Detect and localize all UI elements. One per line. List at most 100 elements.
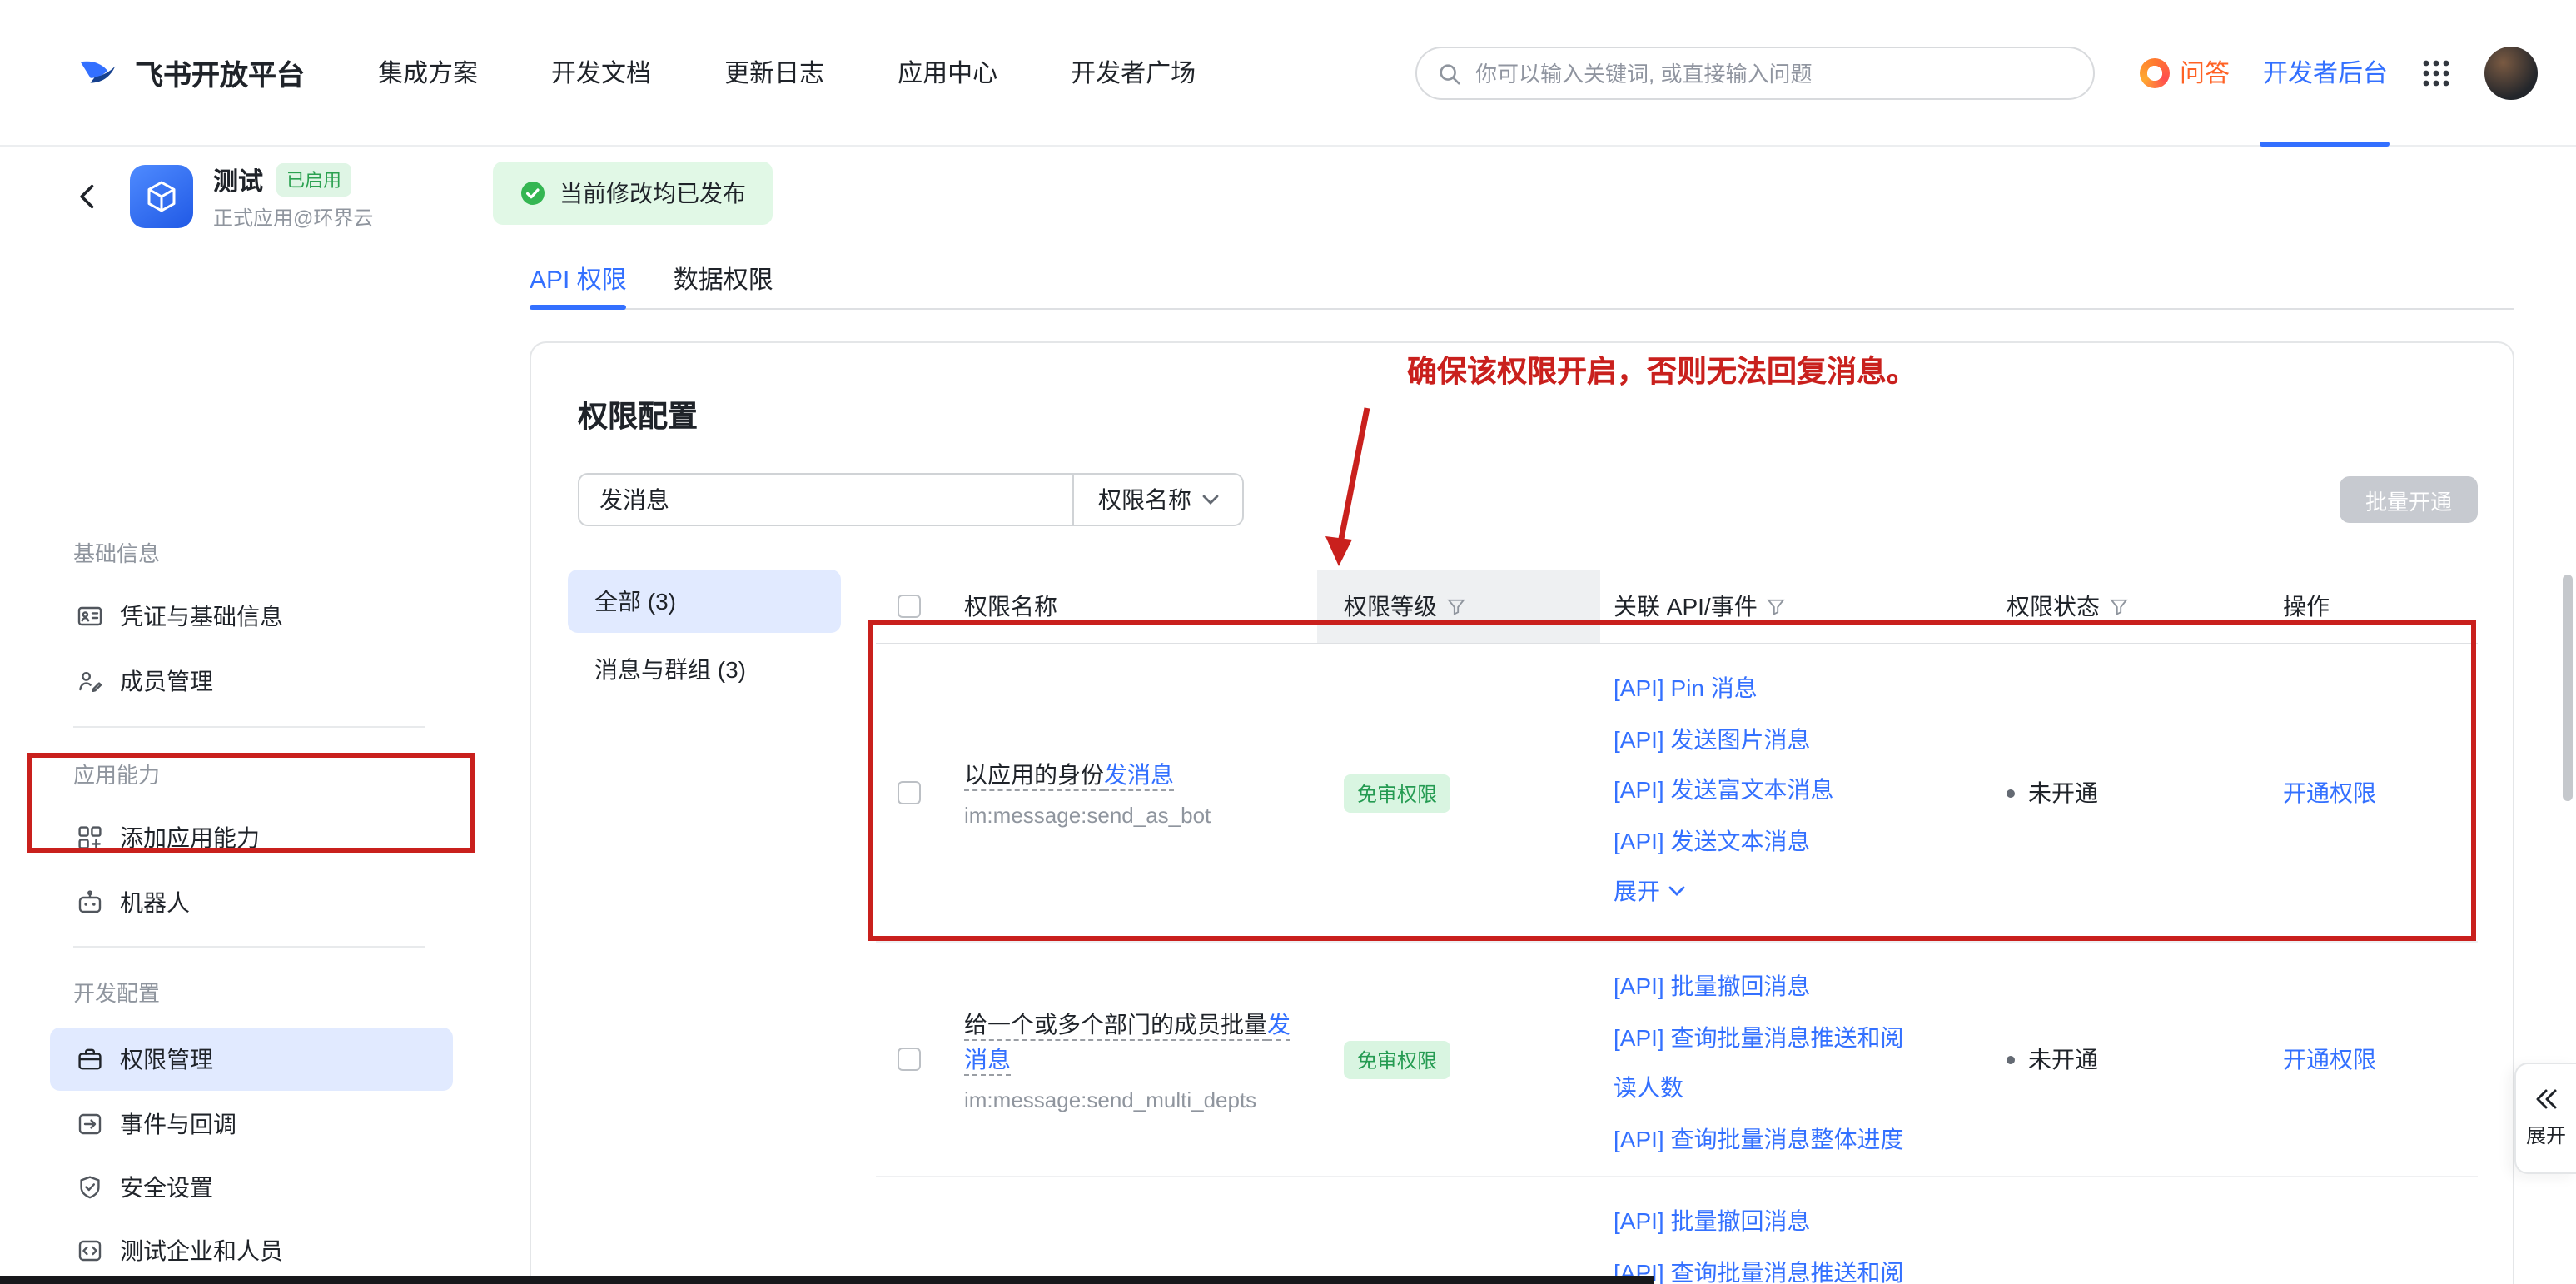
permission-search: 权限名称 bbox=[578, 473, 1244, 526]
shield-check-icon bbox=[77, 1174, 103, 1201]
api-link[interactable]: [API] 批量撤回消息 bbox=[1614, 1196, 1927, 1247]
active-nav-underline bbox=[2260, 141, 2390, 146]
nav-right-cluster: 问答 开发者后台 bbox=[2140, 0, 2538, 145]
api-list: [API] 批量撤回消息 [API] 查询批量消息推送和阅读 bbox=[1600, 1177, 1993, 1284]
sidebar-item-label: 添加应用能力 bbox=[120, 821, 260, 854]
enable-permission-link[interactable]: 开通权限 bbox=[2283, 1043, 2376, 1076]
permission-tabs: API 权限 数据权限 bbox=[530, 250, 2514, 310]
tab-label: 数据权限 bbox=[674, 261, 773, 296]
category-all[interactable]: 全部 (3) bbox=[568, 570, 841, 633]
status-dot bbox=[2007, 1055, 2015, 1063]
sidebar-item-test-org[interactable]: 测试企业和人员 bbox=[50, 1219, 453, 1282]
nav-item-app-center[interactable]: 应用中心 bbox=[898, 55, 997, 90]
api-link[interactable]: [API] 查询批量消息推送和阅读 bbox=[1614, 1247, 1927, 1284]
search-field-label: 权限名称 bbox=[1098, 483, 1191, 516]
col-header-label: 权限状态 bbox=[2007, 590, 2100, 623]
app-name: 测试 bbox=[213, 162, 263, 197]
row-checkbox[interactable] bbox=[898, 1048, 921, 1071]
user-avatar[interactable] bbox=[2484, 46, 2538, 99]
sidebar-item-events[interactable]: 事件与回调 bbox=[50, 1092, 453, 1156]
banner-text: 当前修改均已发布 bbox=[559, 177, 746, 210]
robot-icon bbox=[77, 889, 103, 916]
qa-label: 问答 bbox=[2180, 55, 2230, 90]
side-expand-button[interactable]: 展开 bbox=[2514, 1063, 2576, 1174]
table-row: 给多个用户批量发消息 [API] 批量撤回消息 [API] 查询批量消息推送和阅… bbox=[876, 1177, 2478, 1284]
feishu-logo[interactable]: 飞书开放平台 bbox=[75, 50, 305, 95]
global-search-input[interactable] bbox=[1475, 61, 2073, 86]
nav-item-changelog[interactable]: 更新日志 bbox=[724, 55, 824, 90]
app-subtitle: 正式应用@环界云 bbox=[213, 202, 373, 231]
col-header-label: 权限等级 bbox=[1344, 590, 1437, 623]
col-header-status: 权限状态 bbox=[1993, 570, 2260, 643]
col-header-api: 关联 API/事件 bbox=[1600, 570, 1993, 643]
category-message-group[interactable]: 消息与群组 (3) bbox=[568, 638, 841, 701]
api-link[interactable]: [API] Pin 消息 bbox=[1614, 663, 1927, 714]
sidebar-item-label: 凭证与基础信息 bbox=[120, 600, 283, 633]
apps-grid-icon[interactable] bbox=[2421, 57, 2451, 87]
api-list: [API] Pin 消息 [API] 发送图片消息 [API] 发送富文本消息 … bbox=[1600, 644, 1993, 941]
double-chevron-left-icon bbox=[2534, 1088, 2558, 1108]
table-row: 以应用的身份发消息 im:message:send_as_bot 免审权限 [A… bbox=[876, 644, 2478, 943]
tab-data-permissions[interactable]: 数据权限 bbox=[674, 250, 773, 308]
app-icon bbox=[130, 165, 193, 228]
col-header-name: 权限名称 bbox=[944, 570, 1317, 643]
status-text: 未开通 bbox=[2028, 776, 2098, 809]
enable-permission-link[interactable]: 开通权限 bbox=[2283, 776, 2376, 809]
api-link[interactable]: [API] 查询批量消息推送和阅读人数 bbox=[1614, 1012, 1927, 1113]
sidebar-item-label: 安全设置 bbox=[120, 1171, 213, 1204]
check-circle-icon bbox=[520, 180, 546, 207]
permission-scope: im:message:send_multi_depts bbox=[964, 1087, 1300, 1112]
feishu-logo-text: 飞书开放平台 bbox=[135, 52, 305, 93]
sidebar-item-bot[interactable]: 机器人 bbox=[50, 871, 453, 934]
bulk-enable-button[interactable]: 批量开通 bbox=[2340, 476, 2478, 523]
permission-name[interactable]: 以应用的身份发消息 bbox=[964, 758, 1300, 793]
api-link[interactable]: [API] 发送文本消息 bbox=[1614, 815, 1927, 866]
code-box-icon bbox=[77, 1237, 103, 1264]
nav-item-docs[interactable]: 开发文档 bbox=[551, 55, 651, 90]
level-badge: 免审权限 bbox=[1344, 774, 1450, 812]
tab-api-permissions[interactable]: API 权限 bbox=[530, 250, 627, 308]
global-search[interactable] bbox=[1415, 47, 2095, 100]
expand-apis-link[interactable]: 展开 bbox=[1614, 866, 1927, 917]
expand-apis-label: 展开 bbox=[1614, 866, 1660, 917]
category-list: 全部 (3) 消息与群组 (3) bbox=[568, 570, 841, 706]
primary-nav: 集成方案 开发文档 更新日志 应用中心 开发者广场 bbox=[378, 55, 1196, 90]
api-list: [API] 批量撤回消息 [API] 查询批量消息推送和阅读人数 [API] 查… bbox=[1600, 943, 1993, 1176]
api-link[interactable]: [API] 查询批量消息整体进度 bbox=[1614, 1113, 1927, 1164]
sidebar-item-label: 事件与回调 bbox=[120, 1107, 236, 1141]
grid-plus-icon bbox=[77, 824, 103, 851]
sidebar-item-label: 测试企业和人员 bbox=[120, 1234, 283, 1267]
nav-item-integration[interactable]: 集成方案 bbox=[378, 55, 478, 90]
row-checkbox[interactable] bbox=[898, 781, 921, 804]
sidebar-item-credentials[interactable]: 凭证与基础信息 bbox=[50, 585, 453, 648]
side-expand-label: 展开 bbox=[2526, 1120, 2566, 1148]
api-link[interactable]: [API] 发送富文本消息 bbox=[1614, 764, 1927, 815]
sidebar-item-security[interactable]: 安全设置 bbox=[50, 1156, 453, 1219]
sidebar-item-label: 成员管理 bbox=[120, 664, 213, 698]
api-link[interactable]: [API] 发送图片消息 bbox=[1614, 714, 1927, 764]
nav-item-developer-console[interactable]: 开发者后台 bbox=[2263, 0, 2388, 146]
vertical-scrollbar[interactable] bbox=[2563, 575, 2573, 801]
permission-scope: im:message:send_as_bot bbox=[964, 803, 1300, 828]
filter-icon[interactable] bbox=[2110, 597, 2128, 615]
col-header-action: 操作 bbox=[2260, 570, 2478, 643]
sidebar-item-members[interactable]: 成员管理 bbox=[50, 649, 453, 713]
search-field-selector[interactable]: 权限名称 bbox=[1072, 475, 1242, 525]
sidebar-divider bbox=[73, 726, 425, 728]
qa-link[interactable]: 问答 bbox=[2140, 55, 2230, 90]
select-all-checkbox[interactable] bbox=[898, 595, 921, 618]
sidebar-item-add-capability[interactable]: 添加应用能力 bbox=[50, 806, 453, 869]
app-meta: 测试 已启用 正式应用@环界云 bbox=[213, 162, 373, 231]
tab-label: API 权限 bbox=[530, 261, 627, 296]
permission-name-keyword: 发消息 bbox=[1104, 761, 1174, 788]
api-link[interactable]: [API] 批量撤回消息 bbox=[1614, 961, 1927, 1012]
filter-icon[interactable] bbox=[1768, 597, 1786, 615]
permission-search-input[interactable] bbox=[579, 486, 1072, 513]
permission-config-card: 权限配置 权限名称 批量开通 全部 (3) 消息与群组 (3) 权限名称 bbox=[530, 341, 2514, 1284]
back-button[interactable] bbox=[70, 178, 107, 215]
filter-icon[interactable] bbox=[1447, 597, 1465, 615]
permission-name[interactable]: 给一个或多个部门的成员批量发消息 bbox=[964, 1007, 1300, 1077]
top-navbar: 飞书开放平台 集成方案 开发文档 更新日志 应用中心 开发者广场 问答 开发者后… bbox=[0, 0, 2576, 147]
nav-item-dev-plaza[interactable]: 开发者广场 bbox=[1071, 55, 1196, 90]
sidebar-item-permissions[interactable]: 权限管理 bbox=[50, 1028, 453, 1091]
